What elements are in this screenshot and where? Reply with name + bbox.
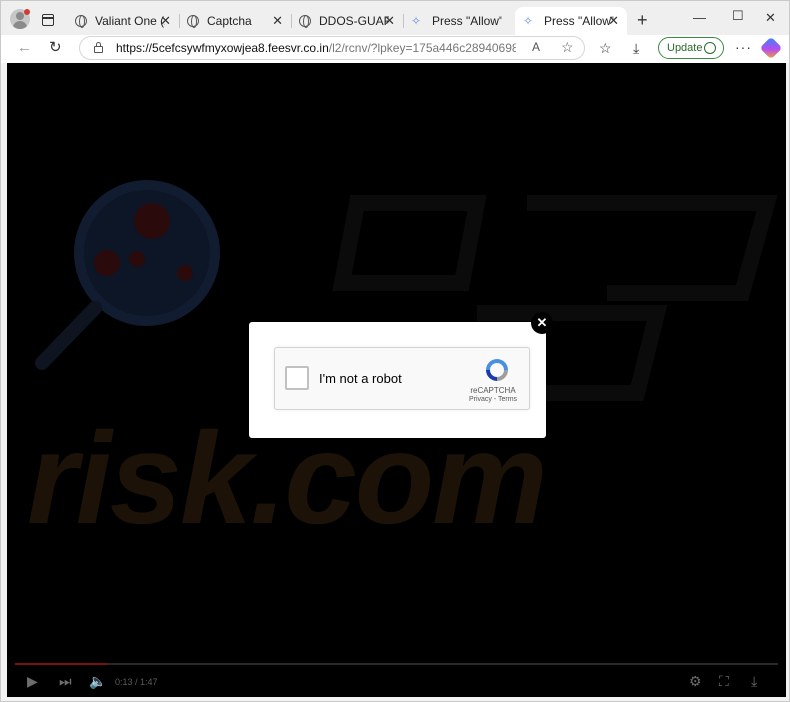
favorites-list-icon[interactable]: ☆ xyxy=(599,40,612,56)
tab-close-icon[interactable]: ✕ xyxy=(384,14,395,28)
read-aloud-icon[interactable]: A xyxy=(532,40,540,54)
recaptcha-widget: I'm not a robot reCAPTCHA Privacy - Term… xyxy=(274,347,530,410)
copilot-icon[interactable] xyxy=(759,36,783,60)
tab-label: DDOS-GUARD xyxy=(319,14,389,28)
download-icon[interactable]: ⤓ xyxy=(751,673,757,689)
tab-press-allow-active[interactable]: ✧ Press "Allow" ✕ xyxy=(515,7,627,35)
video-progress-fill xyxy=(15,663,108,665)
puzzle-icon: ✧ xyxy=(411,14,422,28)
video-controls: ▶ ⏭ 🔈 0:13 / 1:47 ⚙ ⛶ ⤓ xyxy=(7,667,786,697)
favorite-star-icon[interactable]: ☆ xyxy=(561,39,574,56)
toolbar: ← ↻ https://5cefcsywfmyxowjea8.feesvr.co… xyxy=(1,35,789,63)
tab-label: Press "Allow" xyxy=(544,14,614,28)
update-heart-icon xyxy=(704,42,716,54)
tab-valiant-one[interactable]: Valiant One (202 ✕ xyxy=(67,7,179,35)
browser-window: Valiant One (202 ✕ Captcha ✕ DDOS-GUARD … xyxy=(0,0,790,702)
back-arrow-icon[interactable]: ← xyxy=(17,39,32,57)
globe-icon xyxy=(187,15,199,28)
checkbox-label: I'm not a robot xyxy=(319,371,402,386)
tab-label: Captcha xyxy=(207,14,252,28)
url-text[interactable]: https://5cefcsywfmyxowjea8.feesvr.co.in/… xyxy=(116,41,516,55)
tab-close-icon[interactable]: ✕ xyxy=(608,14,619,28)
globe-icon xyxy=(299,15,311,28)
tab-label: Press "Allow" xyxy=(432,14,502,28)
downloads-icon[interactable]: ⤓ xyxy=(633,40,639,56)
tab-captcha[interactable]: Captcha ✕ xyxy=(179,7,291,35)
minimize-icon[interactable]: — xyxy=(693,10,706,25)
tab-actions-button[interactable] xyxy=(37,9,59,31)
play-icon[interactable]: ▶ xyxy=(27,673,38,689)
video-progress-bar[interactable] xyxy=(15,663,778,665)
recaptcha-brand: reCAPTCHA xyxy=(470,386,516,395)
update-label: Update xyxy=(667,42,703,54)
new-tab-button[interactable]: + xyxy=(637,11,648,29)
tab-actions-icon xyxy=(42,14,54,26)
privacy-terms-links[interactable]: Privacy - Terms xyxy=(461,396,525,403)
video-time: 0:13 / 1:47 xyxy=(115,677,158,687)
next-icon[interactable]: ⏭ xyxy=(59,673,72,689)
puzzle-icon: ✧ xyxy=(523,14,534,28)
page-viewport: risk.com ▶ ⏭ 🔈 0:13 / 1:47 ⚙ ⛶ ⤓ I'm not… xyxy=(7,63,786,697)
profile-notification-dot xyxy=(24,9,30,15)
tab-list: Valiant One (202 ✕ Captcha ✕ DDOS-GUARD … xyxy=(67,7,627,37)
recaptcha-logo-icon xyxy=(486,359,508,381)
close-window-icon[interactable]: ✕ xyxy=(765,10,776,26)
url-host: https://5cefcsywfmyxowjea8.feesvr.co.in xyxy=(116,41,329,55)
tab-label: Valiant One (202 xyxy=(95,14,165,28)
globe-icon xyxy=(75,15,87,28)
more-options-icon[interactable]: ··· xyxy=(735,39,752,55)
maximize-icon[interactable]: ☐ xyxy=(732,8,744,24)
lock-icon[interactable] xyxy=(94,42,103,53)
tab-ddos-guard[interactable]: DDOS-GUARD ✕ xyxy=(291,7,403,35)
address-bar[interactable]: https://5cefcsywfmyxowjea8.feesvr.co.in/… xyxy=(79,36,585,60)
volume-icon[interactable]: 🔈 xyxy=(89,673,106,689)
update-button[interactable]: Update xyxy=(658,37,724,59)
settings-gear-icon[interactable]: ⚙ xyxy=(689,673,702,689)
tab-close-icon[interactable]: ✕ xyxy=(272,14,283,28)
tab-press-allow[interactable]: ✧ Press "Allow" xyxy=(403,7,515,35)
reload-icon[interactable]: ↻ xyxy=(49,39,62,57)
url-path: /l2/rcnv/?lpkey=175a446c2894069806&lddo.… xyxy=(328,41,516,55)
not-a-robot-checkbox[interactable] xyxy=(285,366,309,390)
fullscreen-icon[interactable]: ⛶ xyxy=(719,673,729,689)
modal-close-button[interactable]: ✕ xyxy=(531,312,553,334)
tab-strip: Valiant One (202 ✕ Captcha ✕ DDOS-GUARD … xyxy=(1,1,789,37)
tab-close-icon[interactable]: ✕ xyxy=(160,14,171,28)
captcha-modal: I'm not a robot reCAPTCHA Privacy - Term… xyxy=(249,322,546,438)
